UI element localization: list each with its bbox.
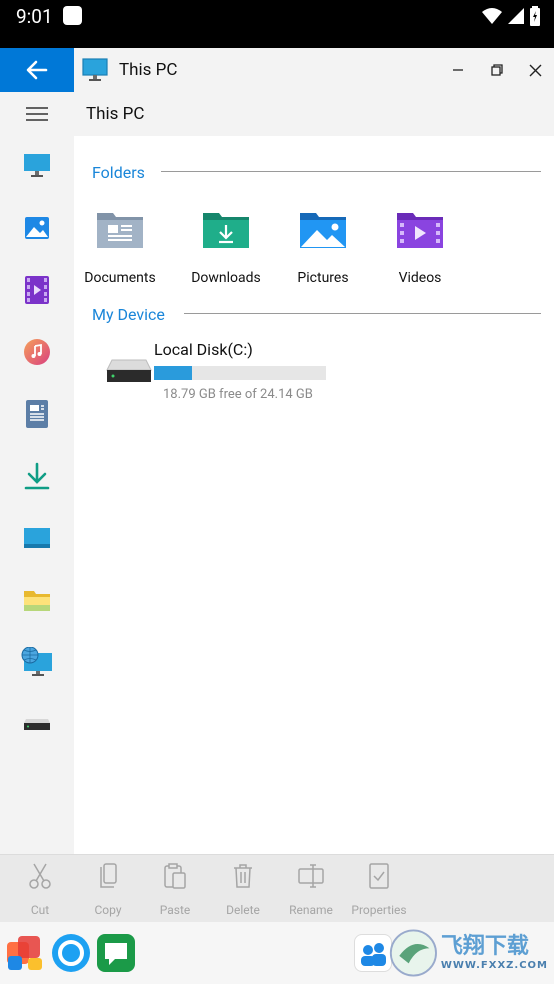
window-title: This PC [119,60,178,80]
restore-icon [491,64,503,76]
desktop-icon [24,528,50,548]
section-header-folders: Folders [92,163,145,182]
folder-label: Videos [398,270,442,286]
wifi-icon [482,8,502,24]
messages-app-icon[interactable] [97,934,135,972]
sidebar-item-network[interactable] [0,640,74,684]
rename-button[interactable]: Rename [277,863,345,917]
folder-documents[interactable]: Documents [72,206,168,286]
sidebar-item-desktop[interactable] [0,516,74,560]
sidebar-item-downloads[interactable] [0,454,74,498]
folder-pictures[interactable]: Pictures [275,206,371,286]
videos-icon [25,276,49,304]
minimize-icon [453,69,463,71]
delete-button[interactable]: Delete [209,863,277,917]
disk-usage-fill [154,366,192,380]
disk-local-c[interactable]: Local Disk(C:) 18.79 GB free of 24.14 GB [106,340,346,402]
drive-icon [24,719,50,730]
this-pc-icon [24,154,50,177]
copy-button[interactable]: Copy [74,863,142,917]
close-button[interactable] [523,58,547,82]
sidebar-item-pictures[interactable] [0,206,74,250]
browser-app-icon[interactable] [52,934,90,972]
restore-button[interactable] [485,58,509,82]
sidebar-item-music[interactable] [0,330,74,374]
hamburger-icon [26,107,48,121]
documents-icon [26,400,48,428]
pictures-folder-icon [300,213,346,248]
tool-label: Copy [94,903,122,917]
rename-icon [298,864,324,888]
folder-icon [24,591,50,611]
section-divider [184,313,541,314]
trash-icon [234,864,252,888]
folder-label: Pictures [297,270,349,286]
network-icon [21,647,52,676]
back-button[interactable] [0,48,74,92]
videos-folder-icon [397,213,443,248]
contacts-app-icon[interactable] [354,934,392,972]
breadcrumb[interactable]: This PC [86,104,144,124]
tool-label: Paste [159,903,191,917]
folder-label: Downloads [191,270,261,286]
sidebar-item-videos[interactable] [0,268,74,312]
pictures-icon [25,217,49,239]
notification-icon [63,6,82,25]
downloads-icon [24,462,50,490]
properties-icon [369,863,389,889]
this-pc-icon [82,58,108,81]
signal-icon [508,8,524,24]
tool-label: Rename [289,903,333,917]
hard-drive-icon [106,359,152,382]
folder-label: Documents [84,270,156,286]
disk-free-text: 18.79 GB free of 24.14 GB [163,387,313,402]
documents-folder-icon [97,213,143,248]
sidebar-item-drive[interactable] [0,702,74,746]
battery-icon [530,6,540,26]
folder-videos[interactable]: Videos [372,206,468,286]
section-header-my-device: My Device [92,305,165,324]
properties-button[interactable]: Properties [345,863,413,917]
close-icon [529,64,541,76]
paste-button[interactable]: Paste [141,863,209,917]
address-bar: This PC [74,92,554,136]
downloads-folder-icon [203,213,249,248]
arrow-left-icon [26,60,48,80]
tool-label: Properties [351,903,407,917]
watermark-logo: 飞翔下载 WWW.FXXZ.COM [388,926,548,980]
section-divider [161,171,541,172]
sidebar-item-this-pc[interactable] [0,144,74,188]
sidebar-item-documents[interactable] [0,392,74,436]
disk-name: Local Disk(C:) [154,340,253,359]
sidebar-item-folder[interactable] [0,578,74,622]
hamburger-menu-button[interactable] [0,92,74,136]
app-launcher-icon[interactable] [6,934,44,972]
tool-label: Cut [30,903,50,917]
status-time: 9:01 [16,5,53,28]
tool-label: Delete [226,903,260,917]
app-dock: 飞翔下载 WWW.FXXZ.COM [0,922,554,984]
minimize-button[interactable] [446,58,470,82]
music-icon [24,339,50,365]
copy-icon [100,863,117,888]
sidebar [0,92,74,854]
scissors-icon [29,863,51,889]
cut-button[interactable]: Cut [6,863,74,917]
title-bar: This PC [0,48,554,92]
disk-usage-bar [154,366,326,380]
status-bar: 9:01 [0,0,554,48]
folder-downloads[interactable]: Downloads [178,206,274,286]
action-toolbar: Cut Copy Paste Delete Rename Properties [0,854,554,922]
main-content: Folders Documents Downloads Pictures Vid… [74,136,554,854]
paste-icon [164,863,186,889]
